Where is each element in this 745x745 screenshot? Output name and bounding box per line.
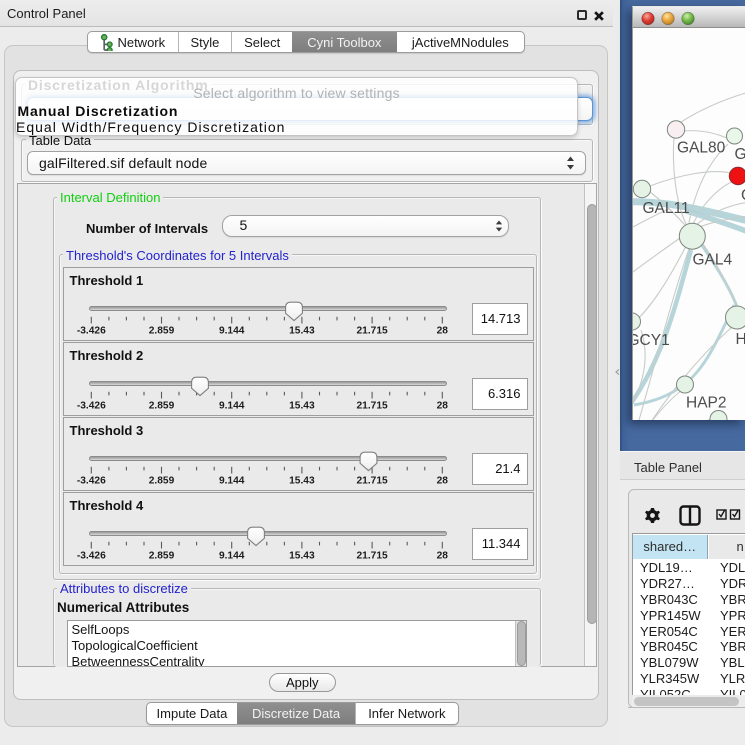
svg-text:15.43: 15.43	[289, 401, 315, 412]
svg-text:GA: GA	[735, 146, 745, 163]
svg-text:2.859: 2.859	[149, 476, 175, 487]
svg-text:HAP2: HAP2	[686, 395, 727, 412]
svg-text:CR: CR	[741, 187, 745, 204]
svg-text:21.715: 21.715	[357, 476, 388, 487]
svg-text:9.144: 9.144	[219, 551, 245, 562]
svg-text:28: 28	[437, 326, 449, 337]
svg-text:2.859: 2.859	[149, 326, 175, 337]
svg-text:15.43: 15.43	[289, 551, 315, 562]
svg-text:-3.426: -3.426	[77, 326, 106, 337]
svg-text:9.144: 9.144	[219, 401, 245, 412]
svg-text:GAL4: GAL4	[693, 252, 733, 269]
svg-text:9.144: 9.144	[219, 476, 245, 487]
svg-text:HI: HI	[736, 331, 745, 348]
svg-text:21.715: 21.715	[357, 326, 388, 337]
svg-text:GCY1: GCY1	[633, 332, 670, 349]
svg-text:21.715: 21.715	[357, 551, 388, 562]
svg-text:15.43: 15.43	[289, 326, 315, 337]
svg-text:28: 28	[437, 401, 449, 412]
svg-text:GAL80: GAL80	[677, 140, 726, 157]
svg-text:15.43: 15.43	[289, 476, 315, 487]
svg-text:-3.426: -3.426	[77, 476, 106, 487]
svg-text:GAL11: GAL11	[643, 200, 690, 217]
svg-text:-3.426: -3.426	[77, 401, 106, 412]
svg-text:28: 28	[437, 551, 449, 562]
svg-text:2.859: 2.859	[149, 551, 175, 562]
svg-text:2.859: 2.859	[149, 401, 175, 412]
svg-text:21.715: 21.715	[357, 401, 388, 412]
svg-text:9.144: 9.144	[219, 326, 245, 337]
svg-text:-3.426: -3.426	[77, 551, 106, 562]
svg-text:28: 28	[437, 476, 449, 487]
